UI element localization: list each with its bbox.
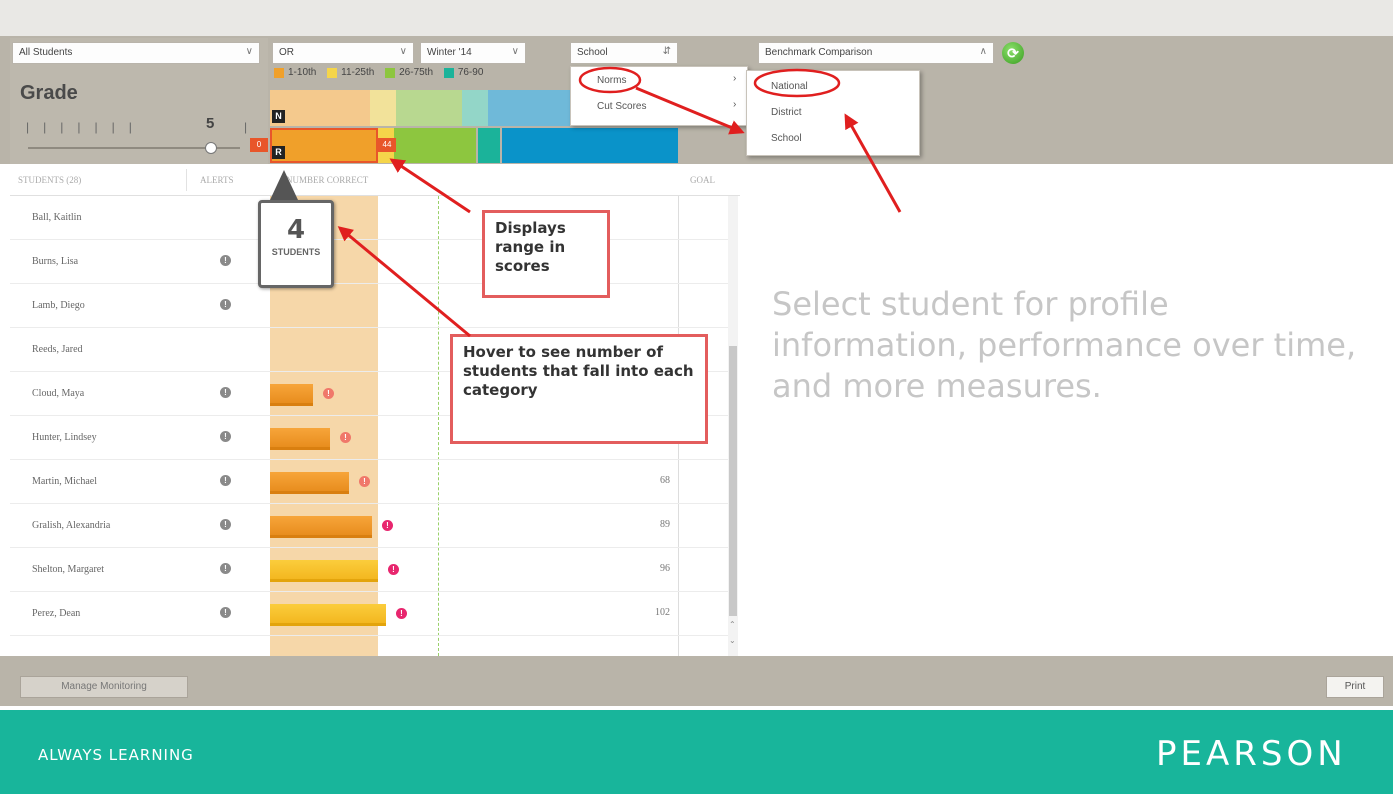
footer-tagline: ALWAYS LEARNING — [38, 746, 194, 764]
pearson-logo: PEARSON — [1156, 734, 1347, 774]
bottom-toolbar — [0, 656, 1393, 706]
arrow-range-callout — [389, 158, 471, 214]
footer: ALWAYS LEARNING PEARSON — [0, 710, 1393, 794]
arrow-norms-to-scope — [635, 86, 745, 135]
norms-highlight-ellipse — [578, 66, 642, 94]
arrow-hover-callout — [337, 226, 471, 338]
national-highlight-ellipse — [753, 68, 841, 98]
print-button[interactable]: Print — [1326, 676, 1384, 698]
arrow-scope-up — [844, 113, 902, 213]
manage-monitoring-button[interactable]: Manage Monitoring — [20, 676, 188, 698]
